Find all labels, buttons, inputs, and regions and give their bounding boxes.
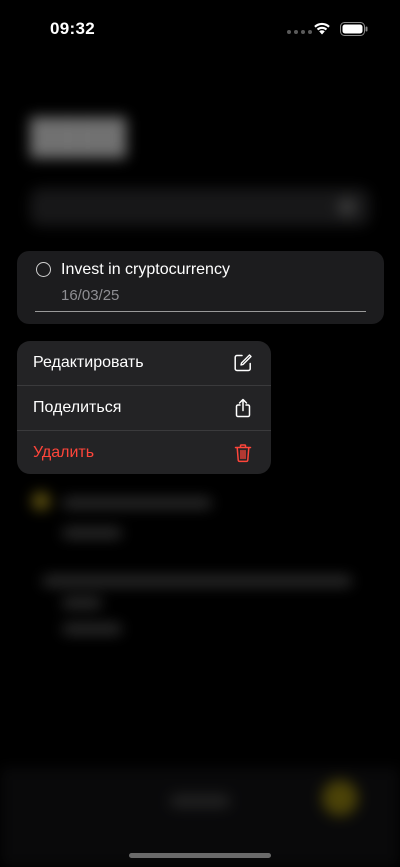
blurred-search-bar [30, 188, 370, 226]
share-icon [235, 398, 251, 418]
task-divider [35, 311, 366, 312]
blurred-task-line [62, 528, 122, 538]
edit-icon [234, 354, 252, 372]
blurred-task-line [42, 576, 352, 586]
task-date: 16/03/25 [61, 287, 120, 304]
battery-icon [340, 22, 368, 36]
blurred-task-line [62, 624, 122, 634]
dynamic-island [137, 11, 263, 48]
task-card[interactable]: Invest in cryptocurrency 16/03/25 [17, 251, 384, 324]
blurred-page-title: ████ [30, 118, 127, 156]
menu-item-delete[interactable]: Удалить [17, 431, 271, 474]
blurred-add-button [322, 780, 358, 816]
status-bar: 09:32 [0, 0, 400, 60]
status-time: 09:32 [50, 19, 95, 38]
context-menu: Редактировать Поделиться Удалить [17, 341, 271, 474]
menu-item-delete-label: Удалить [33, 444, 95, 461]
cellular-signal-icon [287, 30, 312, 34]
menu-item-edit[interactable]: Редактировать [17, 341, 271, 385]
blurred-task-line [62, 598, 102, 608]
wifi-icon [314, 22, 330, 35]
blurred-tab-label [170, 795, 230, 807]
task-title: Invest in cryptocurrency [61, 261, 230, 278]
blurred-task-bullet [32, 492, 50, 510]
menu-item-share-label: Поделиться [33, 399, 122, 416]
blurred-search-icon [338, 198, 356, 216]
task-complete-checkbox[interactable] [36, 262, 51, 277]
menu-item-share[interactable]: Поделиться [17, 386, 271, 430]
menu-item-edit-label: Редактировать [33, 354, 144, 371]
trash-icon [234, 444, 252, 463]
blurred-task-line [62, 498, 212, 508]
blurred-task-item [32, 492, 50, 515]
home-indicator[interactable] [129, 853, 271, 858]
